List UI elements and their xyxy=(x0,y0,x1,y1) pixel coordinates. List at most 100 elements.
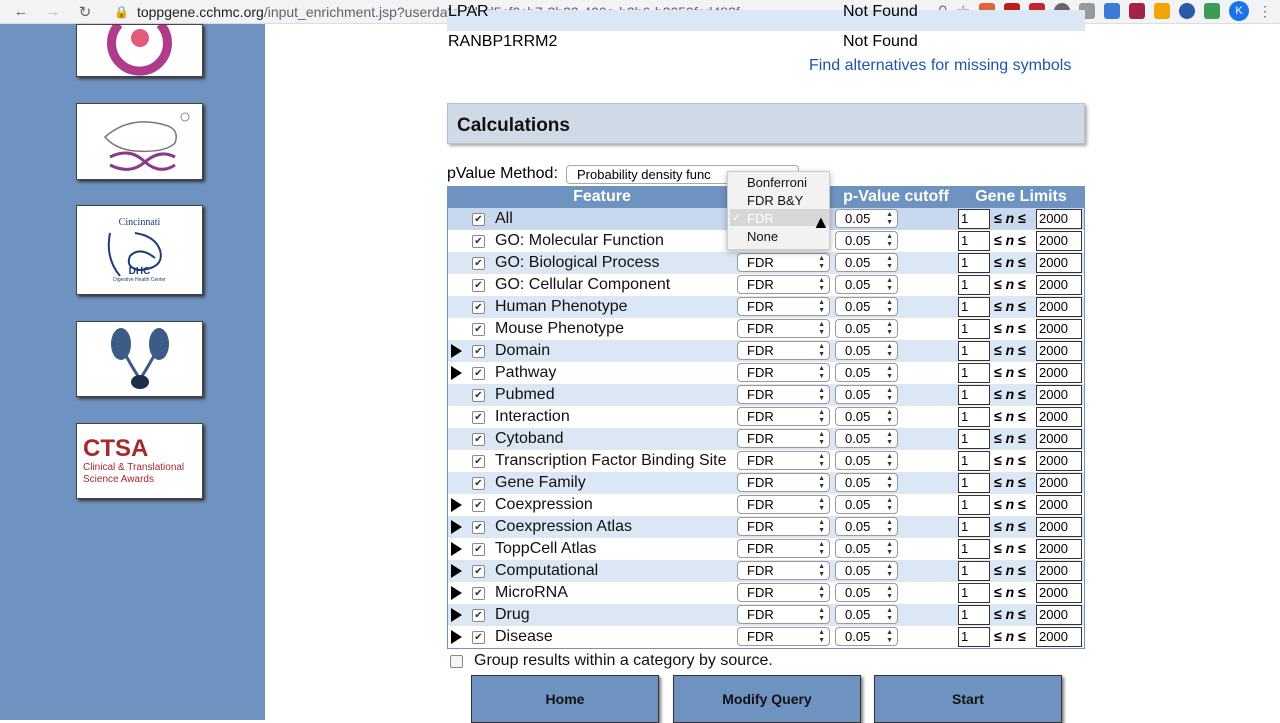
logo-dhc[interactable]: Cincinnati DHC Digestive Health Center xyxy=(76,205,203,295)
pvalue-cutoff-select[interactable]: 0.05 ▲ ▼ xyxy=(835,231,898,250)
gene-limit-max-input[interactable]: 2000 xyxy=(1036,429,1082,449)
gene-limit-min-input[interactable]: 1 xyxy=(958,385,990,405)
gene-limit-max-input[interactable]: 2000 xyxy=(1036,473,1082,493)
correction-select[interactable]: FDR ▲ ▼ xyxy=(737,429,830,448)
gene-limit-max-input[interactable]: 2000 xyxy=(1036,495,1082,515)
gene-limit-min-input[interactable]: 1 xyxy=(958,319,990,339)
feature-checkbox[interactable]: ✔ xyxy=(472,213,485,226)
expand-triangle-icon[interactable] xyxy=(451,630,462,644)
reload-icon[interactable]: ↻ xyxy=(74,1,96,23)
gene-limit-max-input[interactable]: 2000 xyxy=(1036,209,1082,229)
extension-icon[interactable] xyxy=(1179,3,1195,19)
gene-limit-max-input[interactable]: 2000 xyxy=(1036,517,1082,537)
forward-icon[interactable]: → xyxy=(42,1,64,23)
gene-limit-min-input[interactable]: 1 xyxy=(958,209,990,229)
expand-triangle-icon[interactable] xyxy=(451,586,462,600)
gene-limit-max-input[interactable]: 2000 xyxy=(1036,275,1082,295)
dropdown-option-fdr[interactable]: FDR xyxy=(747,211,774,226)
gene-limit-min-input[interactable]: 1 xyxy=(958,341,990,361)
gene-limit-min-input[interactable]: 1 xyxy=(958,429,990,449)
dropdown-option-fdr-by[interactable]: FDR B&Y xyxy=(747,193,803,208)
correction-select[interactable]: FDR ▲ ▼ xyxy=(737,407,830,426)
feature-checkbox[interactable]: ✔ xyxy=(472,543,485,556)
gene-limit-max-input[interactable]: 2000 xyxy=(1036,231,1082,251)
gene-limit-min-input[interactable]: 1 xyxy=(958,473,990,493)
feature-checkbox[interactable]: ✔ xyxy=(472,521,485,534)
profile-avatar[interactable]: K xyxy=(1229,1,1249,21)
gene-limit-max-input[interactable]: 2000 xyxy=(1036,539,1082,559)
gene-limit-min-input[interactable]: 1 xyxy=(958,407,990,427)
correction-select[interactable]: FDR ▲ ▼ xyxy=(737,517,830,536)
pvalue-cutoff-select[interactable]: 0.05 ▲ ▼ xyxy=(835,209,898,228)
correction-select[interactable]: FDR ▲ ▼ xyxy=(737,363,830,382)
dropdown-option-bonferroni[interactable]: Bonferroni xyxy=(747,175,807,190)
gene-limit-min-input[interactable]: 1 xyxy=(958,253,990,273)
expand-triangle-icon[interactable] xyxy=(451,564,462,578)
feature-checkbox[interactable]: ✔ xyxy=(472,235,485,248)
pvalue-cutoff-select[interactable]: 0.05 ▲ ▼ xyxy=(835,363,898,382)
gene-limit-max-input[interactable]: 2000 xyxy=(1036,341,1082,361)
expand-triangle-icon[interactable] xyxy=(451,498,462,512)
correction-select[interactable]: FDR ▲ ▼ xyxy=(737,341,830,360)
logo-ctsa[interactable]: CTSA Clinical & Translational Science Aw… xyxy=(76,423,203,499)
gene-limit-min-input[interactable]: 1 xyxy=(958,561,990,581)
feature-checkbox[interactable]: ✔ xyxy=(472,411,485,424)
feature-checkbox[interactable]: ✔ xyxy=(472,499,485,512)
pvalue-cutoff-select[interactable]: 0.05 ▲ ▼ xyxy=(835,605,898,624)
feature-checkbox[interactable]: ✔ xyxy=(472,433,485,446)
correction-select[interactable]: FDR ▲ ▼ xyxy=(737,539,830,558)
pvalue-cutoff-select[interactable]: 0.05 ▲ ▼ xyxy=(835,275,898,294)
gene-limit-min-input[interactable]: 1 xyxy=(958,363,990,383)
back-icon[interactable]: ← xyxy=(10,1,32,23)
extension-icon[interactable] xyxy=(1104,3,1120,19)
extension-icon[interactable] xyxy=(1129,3,1145,19)
feature-checkbox[interactable]: ✔ xyxy=(472,345,485,358)
gene-limit-min-input[interactable]: 1 xyxy=(958,495,990,515)
pvalue-cutoff-select[interactable]: 0.05 ▲ ▼ xyxy=(835,517,898,536)
correction-select[interactable]: FDR ▲ ▼ xyxy=(737,627,830,646)
gene-limit-min-input[interactable]: 1 xyxy=(958,297,990,317)
pvalue-cutoff-select[interactable]: 0.05 ▲ ▼ xyxy=(835,473,898,492)
correction-dropdown-menu[interactable]: ✓ Bonferroni FDR B&Y FDR None xyxy=(727,171,830,250)
correction-select[interactable]: FDR ▲ ▼ xyxy=(737,583,830,602)
gene-limit-min-input[interactable]: 1 xyxy=(958,539,990,559)
feature-checkbox[interactable]: ✔ xyxy=(472,257,485,270)
correction-select[interactable]: FDR ▲ ▼ xyxy=(737,473,830,492)
correction-select[interactable]: FDR ▲ ▼ xyxy=(737,495,830,514)
gene-limit-min-input[interactable]: 1 xyxy=(958,627,990,647)
dropdown-option-none[interactable]: None xyxy=(747,229,778,244)
pvalue-cutoff-select[interactable]: 0.05 ▲ ▼ xyxy=(835,297,898,316)
correction-select[interactable]: FDR ▲ ▼ xyxy=(737,275,830,294)
feature-checkbox[interactable]: ✔ xyxy=(472,301,485,314)
gene-limit-max-input[interactable]: 2000 xyxy=(1036,627,1082,647)
gene-limit-max-input[interactable]: 2000 xyxy=(1036,297,1082,317)
extension-icon[interactable] xyxy=(1154,3,1170,19)
gene-limit-max-input[interactable]: 2000 xyxy=(1036,451,1082,471)
modify-query-button[interactable]: Modify Query xyxy=(673,675,861,723)
group-results-option[interactable]: Group results within a category by sourc… xyxy=(450,652,773,670)
feature-checkbox[interactable]: ✔ xyxy=(472,279,485,292)
feature-checkbox[interactable]: ✔ xyxy=(472,455,485,468)
gene-limit-max-input[interactable]: 2000 xyxy=(1036,385,1082,405)
feature-checkbox[interactable]: ✔ xyxy=(472,389,485,402)
gene-limit-max-input[interactable]: 2000 xyxy=(1036,583,1082,603)
pvalue-cutoff-select[interactable]: 0.05 ▲ ▼ xyxy=(835,561,898,580)
feature-checkbox[interactable]: ✔ xyxy=(472,587,485,600)
pvalue-cutoff-select[interactable]: 0.05 ▲ ▼ xyxy=(835,627,898,646)
gene-limit-max-input[interactable]: 2000 xyxy=(1036,605,1082,625)
expand-triangle-icon[interactable] xyxy=(451,344,462,358)
gene-limit-min-input[interactable]: 1 xyxy=(958,583,990,603)
pvalue-cutoff-select[interactable]: 0.05 ▲ ▼ xyxy=(835,341,898,360)
correction-select[interactable]: FDR ▲ ▼ xyxy=(737,319,830,338)
correction-select[interactable]: FDR ▲ ▼ xyxy=(737,561,830,580)
correction-select[interactable]: FDR ▲ ▼ xyxy=(737,297,830,316)
expand-triangle-icon[interactable] xyxy=(451,608,462,622)
expand-triangle-icon[interactable] xyxy=(451,520,462,534)
feature-checkbox[interactable]: ✔ xyxy=(472,367,485,380)
feature-checkbox[interactable]: ✔ xyxy=(472,609,485,622)
feature-checkbox[interactable]: ✔ xyxy=(472,323,485,336)
correction-select[interactable]: FDR ▲ ▼ xyxy=(737,451,830,470)
home-button[interactable]: Home xyxy=(471,675,659,723)
gene-limit-max-input[interactable]: 2000 xyxy=(1036,253,1082,273)
correction-select[interactable]: FDR ▲ ▼ xyxy=(737,605,830,624)
